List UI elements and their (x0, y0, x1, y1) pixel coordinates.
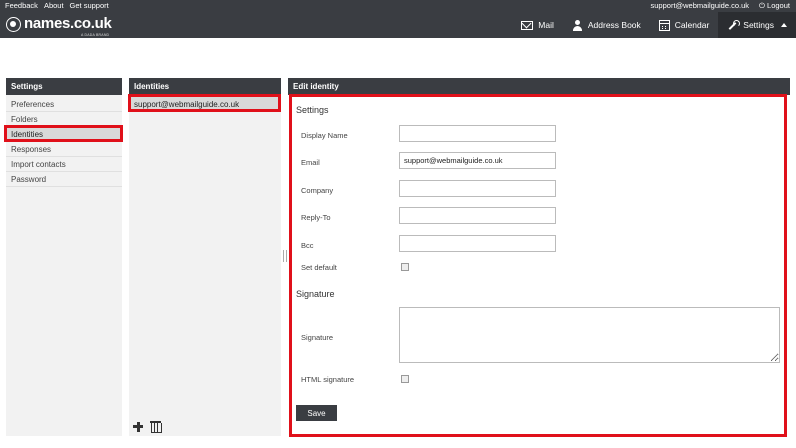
signature-textarea[interactable] (399, 307, 780, 363)
logo-icon (6, 17, 21, 32)
identities-toolbar (133, 421, 162, 433)
nav-calendar-label: Calendar (674, 20, 710, 30)
settings-item-folders[interactable]: Folders (6, 112, 122, 127)
app-header: names.co.uk A DADA BRAND Mail Address Bo… (0, 12, 796, 38)
settings-item-responses[interactable]: Responses (6, 142, 122, 157)
display-name-input[interactable] (399, 125, 556, 142)
delete-identity-icon[interactable] (150, 421, 162, 433)
top-links: Feedback About Get support (5, 1, 109, 10)
logo-text: names.co.uk (24, 15, 112, 32)
address-book-icon (572, 19, 583, 31)
nav-mail-label: Mail (538, 20, 554, 30)
user-area: support@webmailguide.co.uk ⏻ Logout (651, 1, 790, 11)
bcc-label: Bcc (301, 241, 314, 250)
nav-calendar[interactable]: Calendar (650, 12, 719, 38)
nav-mail[interactable]: Mail (512, 12, 563, 38)
edit-identity-panel: Edit identity Settings Display Name Emai… (288, 78, 790, 436)
mail-icon (521, 20, 534, 30)
settings-item-import-contacts[interactable]: Import contacts (6, 157, 122, 172)
logout-label: Logout (767, 1, 790, 10)
main-nav: Mail Address Book Calendar Settings (512, 12, 796, 38)
settings-item-preferences[interactable]: Preferences (6, 97, 122, 112)
about-link[interactable]: About (44, 1, 64, 10)
company-input[interactable] (399, 180, 556, 197)
email-input[interactable] (399, 152, 556, 169)
reply-to-input[interactable] (399, 207, 556, 224)
bcc-input[interactable] (399, 235, 556, 252)
company-label: Company (301, 186, 334, 195)
nav-address-book[interactable]: Address Book (563, 12, 650, 38)
settings-panel-title: Settings (6, 78, 122, 95)
settings-menu-panel: Settings Preferences Folders Identities … (6, 78, 122, 436)
save-button[interactable]: Save (296, 405, 337, 421)
set-default-label: Set default (301, 263, 337, 272)
top-utility-bar: Feedback About Get support support@webma… (0, 0, 796, 12)
add-identity-icon[interactable] (133, 421, 143, 432)
html-signature-checkbox[interactable] (401, 375, 409, 383)
signature-label: Signature (301, 333, 334, 342)
logout-link[interactable]: ⏻ Logout (759, 1, 790, 11)
caret-up-icon (781, 23, 787, 27)
display-name-label: Display Name (301, 131, 348, 140)
edit-identity-title: Edit identity (288, 78, 790, 95)
calendar-icon (658, 19, 670, 31)
feedback-link[interactable]: Feedback (5, 1, 38, 10)
wrench-icon (727, 19, 741, 31)
panel-splitter[interactable] (283, 250, 287, 262)
logo-subtext: A DADA BRAND (81, 33, 110, 37)
nav-address-book-label: Address Book (587, 20, 641, 30)
identity-list-item[interactable]: support@webmailguide.co.uk (129, 97, 281, 112)
settings-section-title: Settings (296, 105, 329, 115)
user-email: support@webmailguide.co.uk (650, 1, 750, 10)
logo[interactable]: names.co.uk A DADA BRAND (6, 16, 112, 38)
identity-form: Settings Display Name Email Company Repl… (288, 95, 790, 436)
set-default-checkbox[interactable] (401, 263, 409, 271)
get-support-link[interactable]: Get support (70, 1, 109, 10)
identities-panel-title: Identities (129, 78, 281, 95)
reply-to-label: Reply-To (301, 213, 331, 222)
nav-settings[interactable]: Settings (718, 12, 796, 38)
html-signature-label: HTML signature (301, 375, 355, 384)
nav-settings-label: Settings (743, 20, 774, 30)
settings-item-password[interactable]: Password (6, 172, 122, 187)
email-label: Email (301, 158, 320, 167)
settings-item-identities[interactable]: Identities (6, 127, 122, 142)
identities-panel: Identities support@webmailguide.co.uk (129, 78, 281, 436)
signature-section-title: Signature (296, 289, 335, 299)
